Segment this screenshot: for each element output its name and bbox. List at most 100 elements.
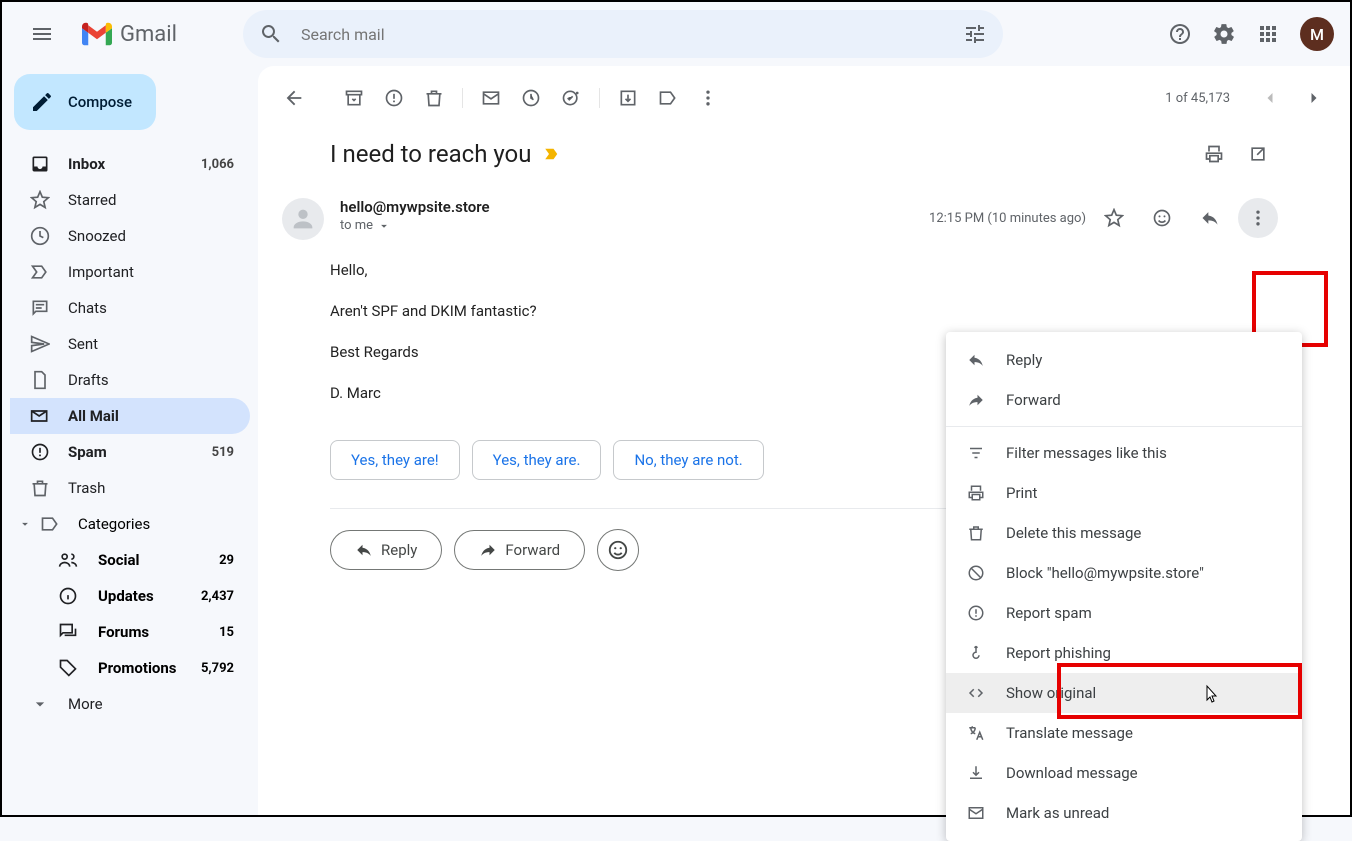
sidebar-item-spam[interactable]: Spam 519 (10, 434, 250, 470)
chevron-down-icon (14, 517, 36, 531)
smart-reply-3[interactable]: No, they are not. (613, 440, 763, 480)
snooze-button[interactable] (511, 78, 551, 118)
back-button[interactable] (274, 78, 314, 118)
menu-item-reply[interactable]: Reply (946, 340, 1302, 380)
sidebar-item-forums[interactable]: Forums 15 (10, 614, 258, 650)
spam-icon (30, 442, 50, 462)
email-timestamp: 12:15 PM (10 minutes ago) (929, 211, 1086, 226)
menu-item-filter[interactable]: Filter messages like this (946, 433, 1302, 473)
compose-label: Compose (68, 93, 132, 111)
menu-item-download[interactable]: Download message (946, 753, 1302, 793)
important-marker-icon[interactable] (543, 145, 561, 163)
labels-button[interactable] (648, 78, 688, 118)
newer-button[interactable] (1250, 78, 1290, 118)
main-menu-button[interactable] (18, 10, 66, 58)
menu-item-report-phishing[interactable]: Report phishing (946, 633, 1302, 673)
sidebar-item-updates[interactable]: Updates 2,437 (10, 578, 258, 614)
clock-icon (521, 88, 541, 108)
recipient-toggle[interactable]: to me (340, 218, 913, 233)
report-spam-button[interactable] (374, 78, 414, 118)
sidebar-item-snoozed[interactable]: Snoozed (10, 218, 250, 254)
app-header: Gmail M (2, 2, 1350, 66)
print-icon (1204, 144, 1224, 164)
search-bar[interactable] (243, 10, 1003, 58)
emoji-icon (607, 539, 629, 561)
add-task-button[interactable] (551, 78, 591, 118)
mark-unread-button[interactable] (471, 78, 511, 118)
inbox-icon (30, 154, 50, 174)
menu-item-forward[interactable]: Forward (946, 380, 1302, 420)
smart-reply-1[interactable]: Yes, they are! (330, 440, 460, 480)
code-icon (966, 684, 986, 702)
support-button[interactable] (1160, 14, 1200, 54)
menu-item-delete[interactable]: Delete this message (946, 513, 1302, 553)
compose-button[interactable]: Compose (14, 74, 156, 130)
arrow-left-icon (283, 87, 305, 109)
star-icon (30, 190, 50, 210)
sidebar-item-important[interactable]: Important (10, 254, 250, 290)
sidebar-item-allmail[interactable]: All Mail (10, 398, 250, 434)
send-icon (30, 334, 50, 354)
sidebar-item-promotions[interactable]: Promotions 5,792 (10, 650, 258, 686)
open-window-button[interactable] (1238, 134, 1278, 174)
apps-button[interactable] (1248, 14, 1288, 54)
open-in-new-icon (1248, 144, 1268, 164)
menu-item-block[interactable]: Block "hello@mywpsite.store" (946, 553, 1302, 593)
react-button[interactable] (1142, 198, 1182, 238)
file-icon (30, 370, 50, 390)
search-button[interactable] (249, 12, 293, 56)
move-to-button[interactable] (608, 78, 648, 118)
more-toolbar-button[interactable] (688, 78, 728, 118)
forward-button[interactable]: Forward (454, 530, 585, 570)
menu-item-report-spam[interactable]: Report spam (946, 593, 1302, 633)
message-options-menu: Reply Forward Filter messages like this … (946, 332, 1302, 841)
reply-button[interactable]: Reply (330, 530, 442, 570)
gmail-logo[interactable]: Gmail (74, 22, 185, 47)
important-icon (30, 262, 50, 282)
sidebar: Compose Inbox 1,066 Starred Snoozed Impo… (2, 66, 258, 815)
archive-button[interactable] (334, 78, 374, 118)
sidebar-item-social[interactable]: Social 29 (10, 542, 258, 578)
smart-reply-2[interactable]: Yes, they are. (472, 440, 602, 480)
sidebar-item-drafts[interactable]: Drafts (10, 362, 250, 398)
menu-item-translate[interactable]: Translate message (946, 713, 1302, 753)
sender-avatar[interactable] (282, 198, 324, 240)
filter-icon (966, 444, 986, 462)
menu-item-print[interactable]: Print (946, 473, 1302, 513)
mail-icon (966, 804, 986, 822)
menu-item-mark-unread[interactable]: Mark as unread (946, 793, 1302, 833)
more-vert-icon (1248, 208, 1268, 228)
sidebar-item-starred[interactable]: Starred (10, 182, 250, 218)
task-icon (561, 88, 581, 108)
sidebar-item-trash[interactable]: Trash (10, 470, 250, 506)
search-options-button[interactable] (953, 12, 997, 56)
emoji-reaction-button[interactable] (597, 529, 639, 571)
forward-icon (966, 391, 986, 409)
sidebar-item-chats[interactable]: Chats (10, 290, 250, 326)
forum-icon (58, 622, 78, 642)
email-subject: I need to reach you (330, 140, 531, 168)
account-avatar[interactable]: M (1300, 17, 1334, 51)
chevron-down-icon (377, 219, 391, 233)
delete-button[interactable] (414, 78, 454, 118)
sidebar-item-categories[interactable]: Categories (10, 506, 258, 542)
phishing-icon (966, 644, 986, 662)
message-more-button[interactable] (1238, 198, 1278, 238)
reply-icon-button[interactable] (1190, 198, 1230, 238)
archive-icon (344, 88, 364, 108)
menu-item-show-original[interactable]: Show original (946, 673, 1302, 713)
settings-button[interactable] (1204, 14, 1244, 54)
sidebar-item-sent[interactable]: Sent (10, 326, 250, 362)
download-icon (966, 764, 986, 782)
older-button[interactable] (1294, 78, 1334, 118)
clock-icon (30, 226, 50, 246)
hamburger-icon (30, 22, 54, 46)
sidebar-item-inbox[interactable]: Inbox 1,066 (10, 146, 250, 182)
print-button[interactable] (1194, 134, 1234, 174)
search-input[interactable] (293, 25, 953, 44)
star-button[interactable] (1094, 198, 1134, 238)
sidebar-item-more[interactable]: More (10, 686, 250, 722)
label-icon (40, 514, 60, 534)
moveto-icon (618, 88, 638, 108)
apps-icon (1256, 22, 1280, 46)
